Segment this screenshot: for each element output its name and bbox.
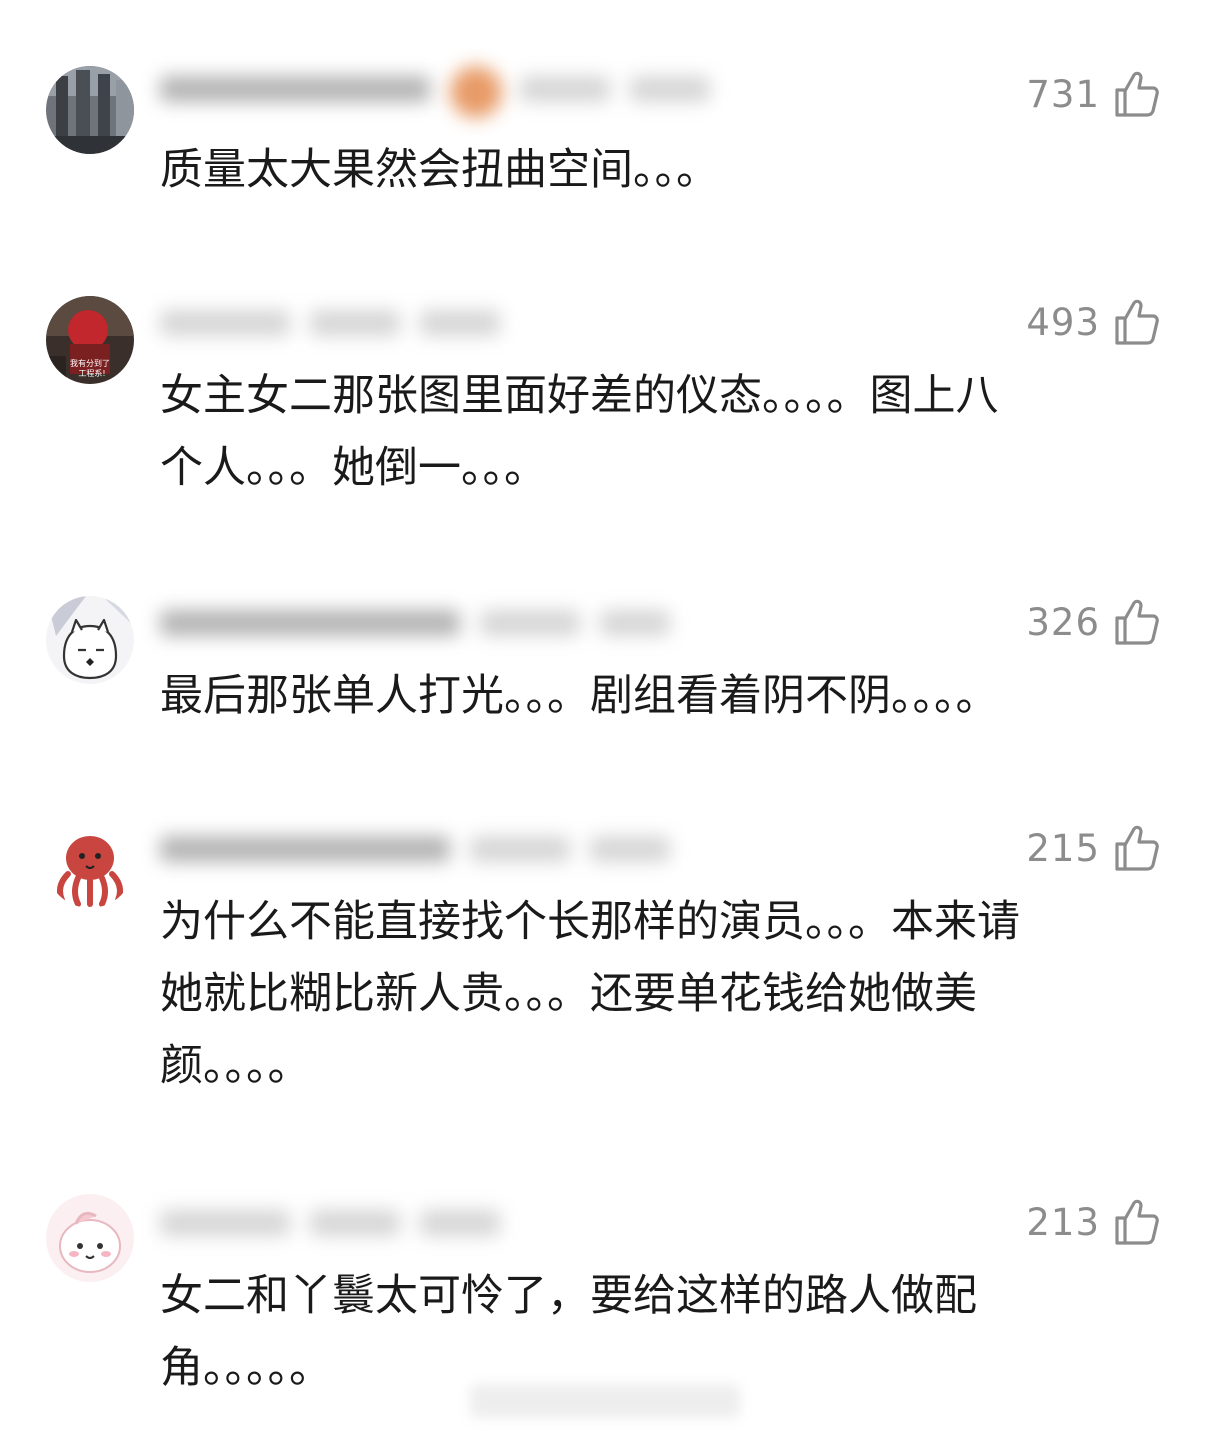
like-group[interactable]: 215 xyxy=(1026,820,1160,876)
comment-text: 女二和丫鬟太可怜了，要给这样的路人做配 角。。。。。 xyxy=(160,1271,977,1393)
thumbs-up-icon[interactable] xyxy=(1114,824,1160,872)
like-count: 493 xyxy=(1026,300,1100,344)
username-blurred[interactable] xyxy=(160,832,680,866)
username-blurred[interactable] xyxy=(160,306,520,340)
username-blurred[interactable] xyxy=(160,606,680,640)
like-count: 731 xyxy=(1026,72,1100,116)
like-group[interactable]: 326 xyxy=(1026,594,1160,650)
thumbs-up-icon[interactable] xyxy=(1114,598,1160,646)
comment-text: 为什么不能直接找个长那样的演员。。。本来请 她就比糊比新人贵。。。还要单花钱给她… xyxy=(160,897,1020,1091)
avatar[interactable] xyxy=(46,66,134,154)
comment-text: 女主女二那张图里面好差的仪态。。。。图上八 个人。。。她倒一。。。 xyxy=(160,371,999,493)
avatar[interactable] xyxy=(46,1194,134,1282)
username-blurred[interactable] xyxy=(160,1206,520,1240)
avatar[interactable] xyxy=(46,596,134,684)
like-count: 326 xyxy=(1026,600,1100,644)
svg-text:工程系!: 工程系! xyxy=(78,368,105,378)
like-count: 213 xyxy=(1026,1200,1100,1244)
comment-text: 最后那张单人打光。。。剧组看着阴不阴。。。。 xyxy=(160,671,999,721)
avatar[interactable]: 我有分到了 工程系! xyxy=(46,296,134,384)
thumbs-up-icon[interactable] xyxy=(1114,298,1160,346)
comment-text: 质量太大果然会扭曲空间。。。 xyxy=(160,145,719,195)
username-blurred[interactable] xyxy=(160,66,720,118)
scroll-indicator xyxy=(470,1384,740,1418)
thumbs-up-icon[interactable] xyxy=(1114,70,1160,118)
thumbs-up-icon[interactable] xyxy=(1114,1198,1160,1246)
svg-text:我有分到了: 我有分到了 xyxy=(70,358,110,368)
avatar[interactable] xyxy=(46,820,134,908)
like-group[interactable]: 731 xyxy=(1026,66,1160,122)
like-group[interactable]: 213 xyxy=(1026,1194,1160,1250)
like-count: 215 xyxy=(1026,826,1100,870)
like-group[interactable]: 493 xyxy=(1026,294,1160,350)
